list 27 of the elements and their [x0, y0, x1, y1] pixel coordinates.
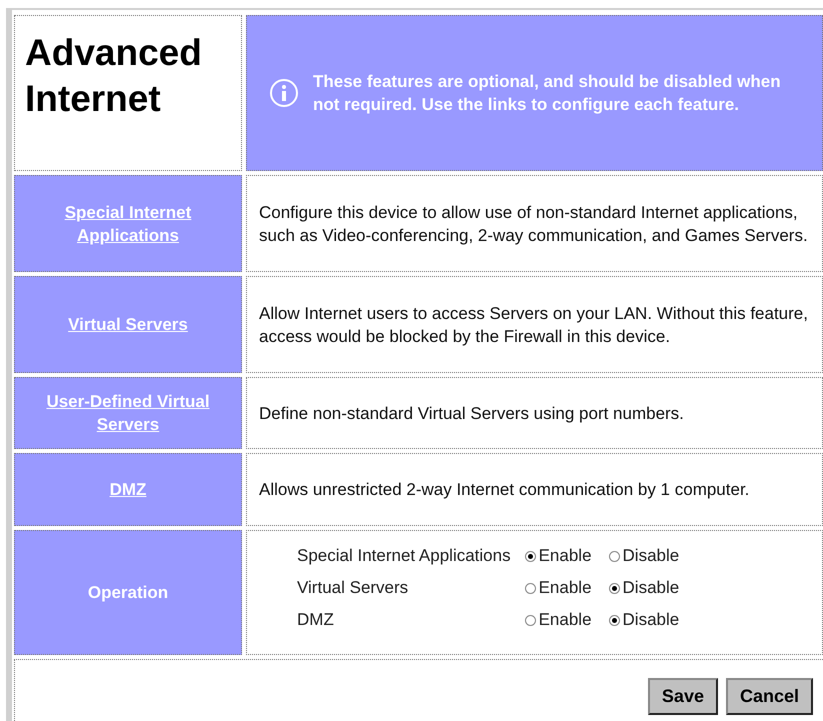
feature-description: Allows unrestricted 2-way Internet communication by 1 computer.: [259, 479, 750, 501]
option-label: Enable: [538, 610, 592, 630]
setting-label: Virtual Servers: [297, 578, 410, 598]
radio-button[interactable]: [608, 550, 620, 562]
operation-label: Operation: [88, 582, 168, 602]
option-label: Enable: [538, 578, 592, 598]
save-button[interactable]: Save: [648, 678, 718, 714]
feature-description: Define non-standard Virtual Servers using port numbers.: [259, 402, 684, 424]
setting-label: DMZ: [297, 610, 335, 630]
feature-description: Allow Internet users to access Servers on your LAN. Without this feature, access would be blocked by the Firewall in this device.: [259, 302, 809, 348]
cancel-button[interactable]: Cancel: [726, 678, 813, 714]
option-label: Enable: [538, 546, 592, 566]
radio-button[interactable]: [524, 550, 536, 562]
feature-link[interactable]: Virtual Servers: [68, 313, 188, 336]
notice-text: These features are optional, and should be disabled when not required. Use the links to configure each feature.: [313, 71, 782, 116]
option-label: Disable: [622, 546, 680, 566]
radio-button[interactable]: [608, 614, 620, 626]
setting-label: Special Internet Applications: [297, 546, 511, 566]
option-label: Disable: [622, 610, 680, 630]
radio-button[interactable]: [608, 582, 620, 594]
feature-link[interactable]: DMZ: [110, 478, 146, 501]
feature-description: Configure this device to allow use of non-standard Internet applications, such as Video-conferencing, 2-way communication, and Games Servers.: [259, 202, 809, 246]
radio-button[interactable]: [524, 582, 536, 594]
info-icon: [269, 78, 299, 108]
page-title: Advanced Internet: [24, 31, 203, 122]
radio-button[interactable]: [524, 614, 536, 626]
option-label: Disable: [622, 578, 680, 598]
